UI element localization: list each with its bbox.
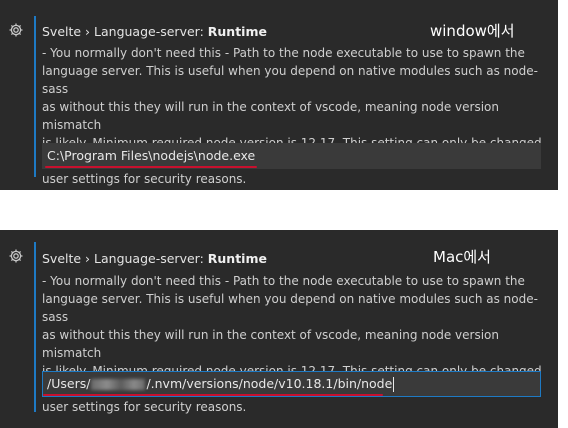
setting-key: Runtime bbox=[207, 251, 267, 266]
setting-title: Svelte › Language-server: Runtime bbox=[42, 251, 267, 266]
runtime-path-suffix: /.nvm/versions/node/v10.18.1/bin/node bbox=[146, 376, 393, 391]
annotation-label: window에서 bbox=[430, 22, 515, 40]
annotation-label: Mac에서 bbox=[433, 248, 491, 266]
setting-category: Svelte › Language-server: bbox=[42, 251, 208, 266]
text-cursor bbox=[393, 377, 395, 392]
setting-title: Svelte › Language-server: Runtime bbox=[42, 24, 267, 39]
gear-icon[interactable] bbox=[8, 22, 24, 38]
focus-indicator bbox=[34, 16, 36, 177]
gear-icon[interactable] bbox=[8, 248, 24, 264]
runtime-path-value: C:\Program Files\nodejs\node.exe bbox=[47, 148, 256, 163]
redacted-username bbox=[91, 379, 146, 390]
highlight-underline bbox=[43, 394, 383, 396]
setting-key: Runtime bbox=[207, 24, 267, 39]
windows-settings-panel: Svelte › Language-server: Runtime window… bbox=[0, 0, 558, 190]
mac-settings-panel: Svelte › Language-server: Runtime Mac에서 … bbox=[0, 230, 558, 428]
highlight-underline bbox=[45, 166, 257, 168]
focus-indicator bbox=[34, 242, 36, 412]
runtime-path-prefix: /Users/ bbox=[47, 376, 91, 391]
setting-category: Svelte › Language-server: bbox=[42, 24, 208, 39]
